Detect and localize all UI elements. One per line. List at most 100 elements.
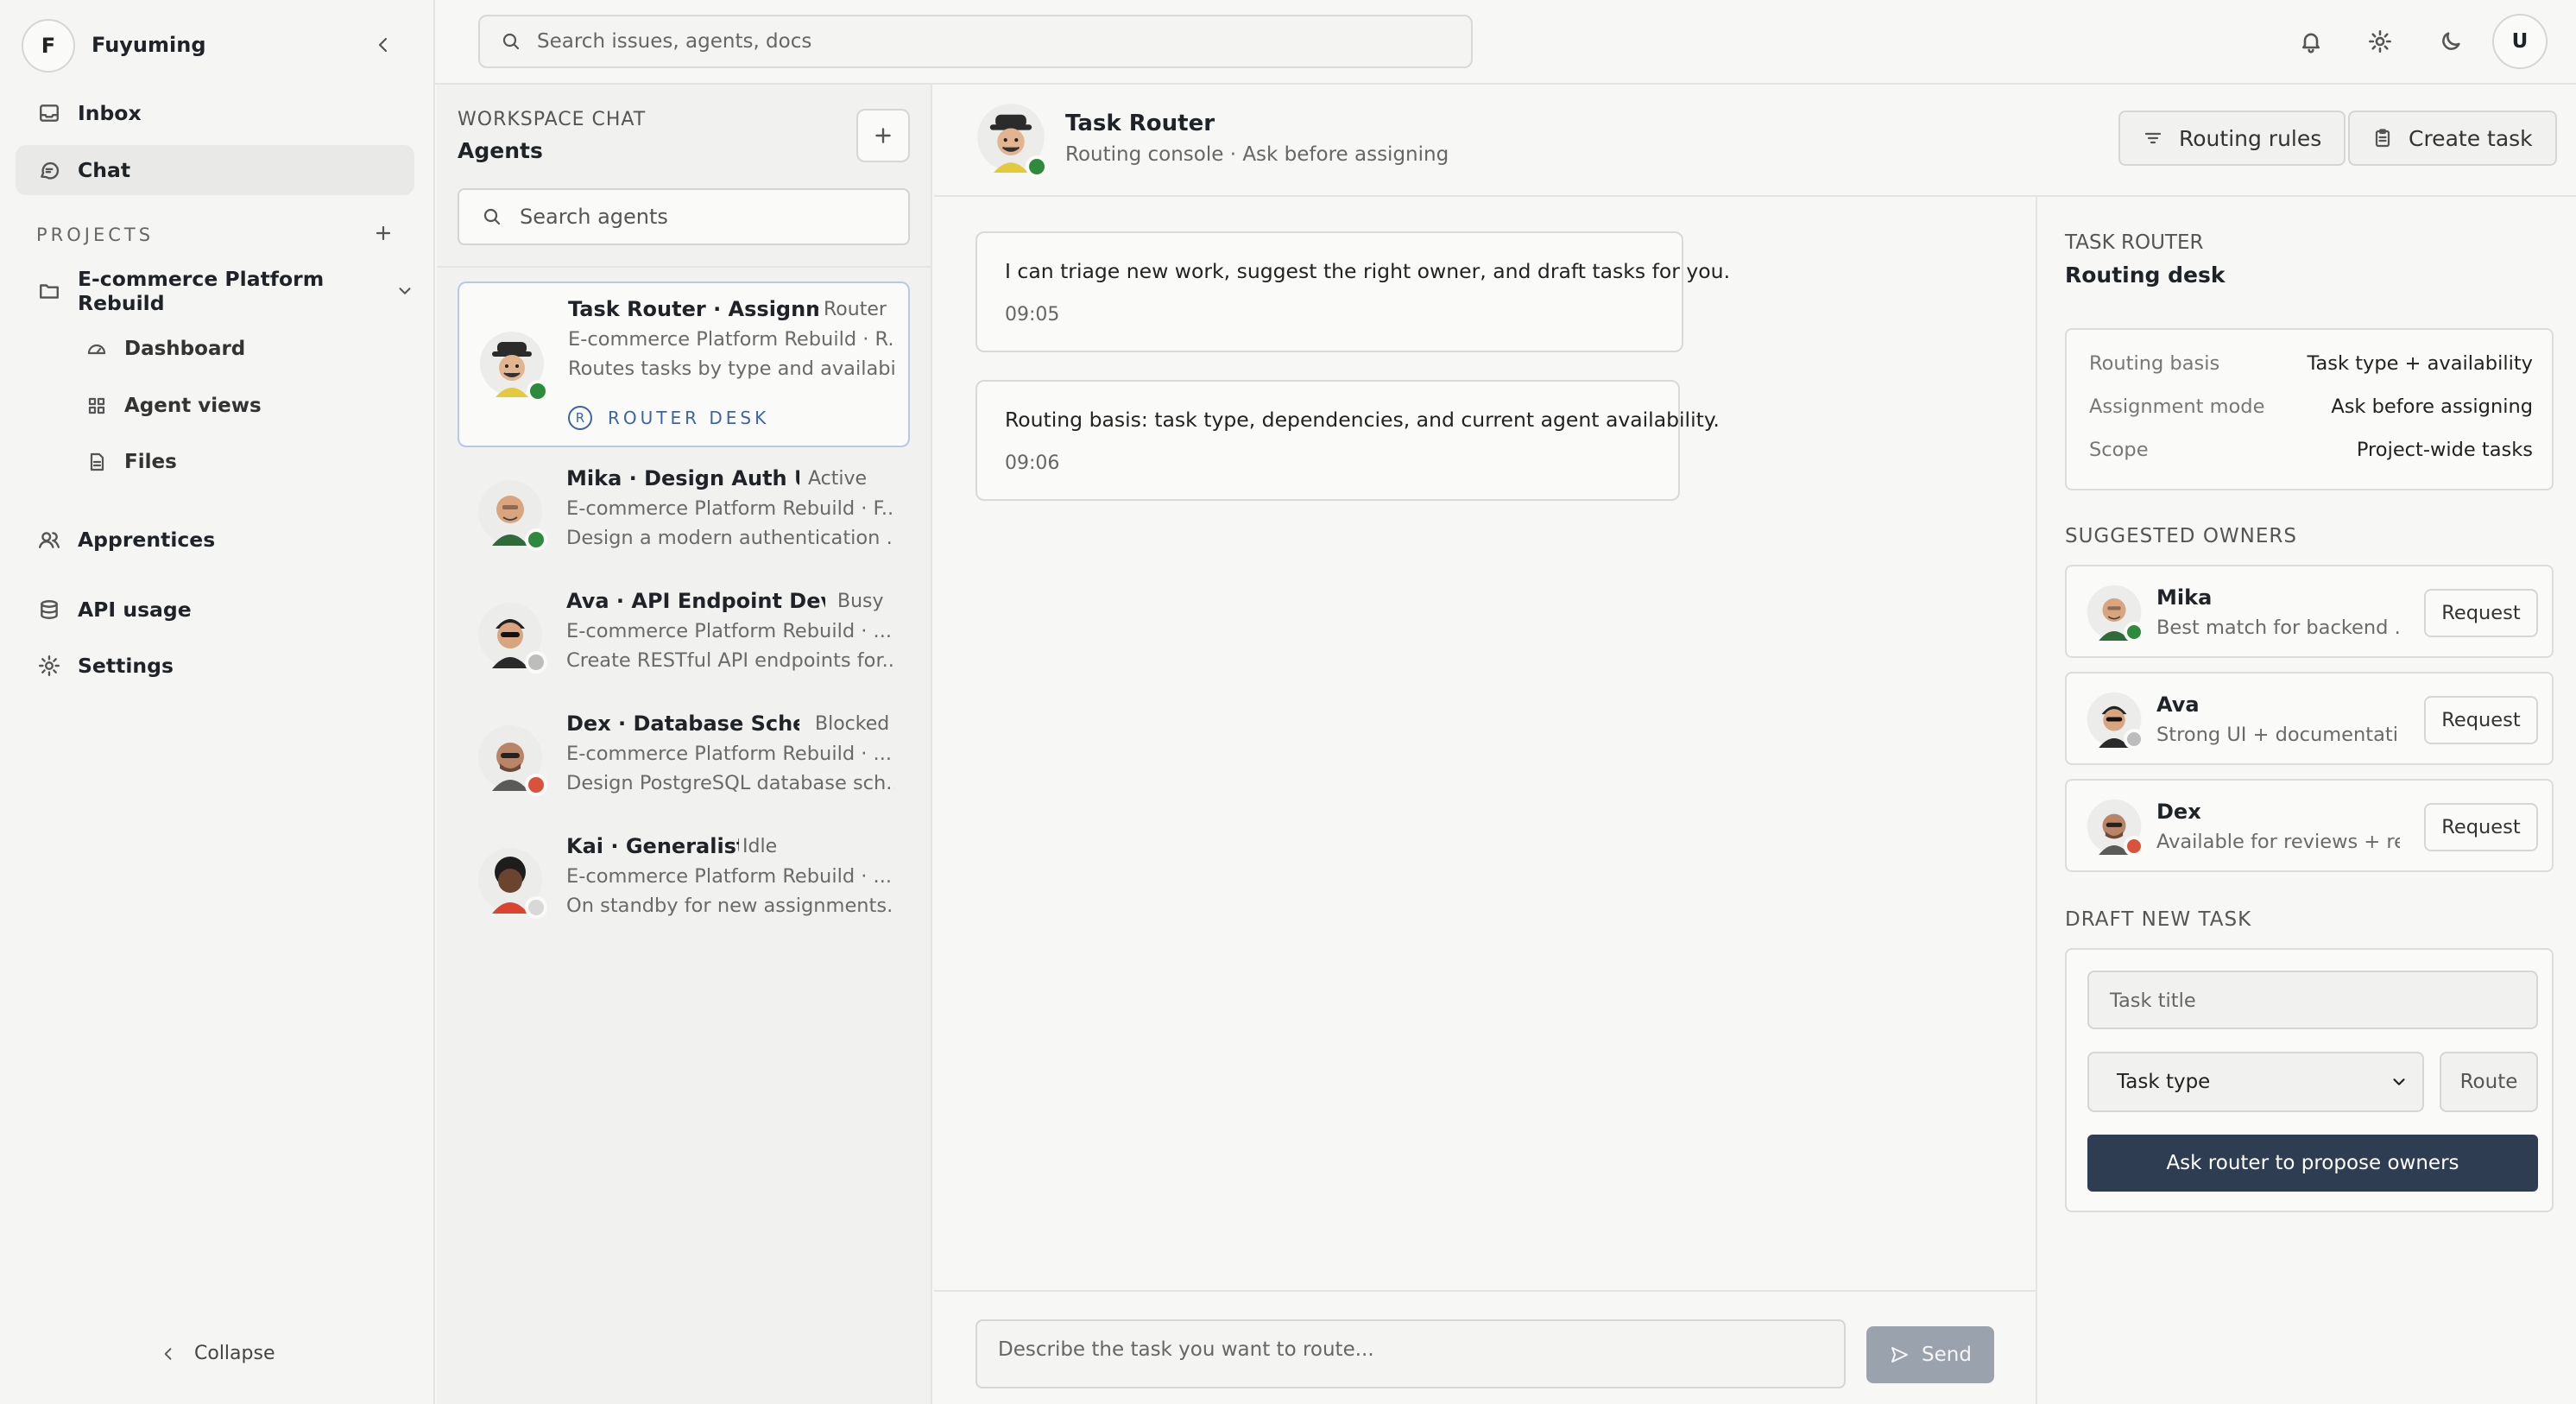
agent-item-mika[interactable]: Mika · Design Auth UI Active E-commerce … xyxy=(458,456,910,568)
agent-description: Routes tasks by type and availabi... xyxy=(568,357,896,380)
task-type-select[interactable]: Task type xyxy=(2087,1052,2424,1112)
agent-description: Design PostgreSQL database sch... xyxy=(566,772,894,794)
agent-role-tag: Router xyxy=(824,299,887,320)
gear-icon xyxy=(38,655,60,677)
bell-icon[interactable] xyxy=(2291,22,2331,61)
agent-project-line: E-commerce Platform Rebuild · ... xyxy=(566,620,893,642)
status-busy-dot xyxy=(525,651,547,674)
search-icon xyxy=(501,31,521,52)
info-value: Ask before assigning xyxy=(2331,395,2533,418)
routing-desk-panel: TASK ROUTER Routing desk Routing basis T… xyxy=(2036,197,2576,1404)
projects-section-label: PROJECTS xyxy=(36,225,155,245)
request-owner-button[interactable]: Request xyxy=(2424,696,2538,744)
add-project-icon[interactable] xyxy=(373,223,394,243)
agent-status-tag: Idle xyxy=(742,836,778,857)
workspace-name[interactable]: Fuyuming xyxy=(92,33,206,57)
routing-rules-label: Routing rules xyxy=(2179,125,2322,151)
collapse-label: Collapse xyxy=(194,1343,275,1364)
agent-item-dex[interactable]: Dex · Database Sche... Blocked E-commerc… xyxy=(458,701,910,813)
suggested-owners-heading: SUGGESTED OWNERS xyxy=(2065,525,2297,547)
nav-settings[interactable]: Settings xyxy=(16,641,414,691)
info-key: Routing basis xyxy=(2089,352,2220,375)
inbox-icon xyxy=(38,102,60,124)
workspace-avatar[interactable]: F xyxy=(22,19,75,73)
info-row: Routing basis Task type + availability xyxy=(2089,352,2533,375)
agent-search-placeholder: Search agents xyxy=(520,205,668,229)
route-task-input[interactable]: Describe the task you want to route... xyxy=(975,1319,1846,1388)
nav-inbox[interactable]: Inbox xyxy=(16,88,414,138)
agents-panel: WORKSPACE CHAT Agents Search agents Task… xyxy=(437,85,932,1404)
agent-status-tag: Active xyxy=(808,468,868,490)
nav-api-usage[interactable]: API usage xyxy=(16,585,414,635)
dashboard-gauge-icon xyxy=(86,338,107,359)
apprentices-label: Apprentices xyxy=(78,528,216,552)
owner-card-dex: Dex Available for reviews + re... Reques… xyxy=(2065,779,2554,872)
chat-message: Routing basis: task type, dependencies, … xyxy=(975,380,1720,501)
info-value: Project-wide tasks xyxy=(2356,439,2533,461)
top-bar: Search issues, agents, docs U xyxy=(435,0,2576,85)
chat-message: I can triage new work, suggest the right… xyxy=(975,231,1730,352)
project-files[interactable]: Files xyxy=(86,440,177,484)
nav-chat[interactable]: Chat xyxy=(16,145,414,195)
folder-icon xyxy=(38,280,60,302)
task-title-input[interactable]: Task title xyxy=(2087,971,2538,1029)
owner-description: Available for reviews + re... xyxy=(2156,831,2400,853)
database-icon xyxy=(38,598,60,621)
chat-composer: Describe the task you want to route... S… xyxy=(934,1290,2036,1404)
create-task-label: Create task xyxy=(2409,125,2533,151)
request-owner-button[interactable]: Request xyxy=(2424,803,2538,851)
collapse-button[interactable]: Collapse xyxy=(160,1343,275,1364)
send-icon xyxy=(1889,1344,1910,1365)
collapse-sidebar-icon[interactable] xyxy=(373,35,394,55)
info-row: Scope Project-wide tasks xyxy=(2089,439,2533,461)
nav-apprentices[interactable]: Apprentices xyxy=(16,515,414,565)
moon-icon[interactable] xyxy=(2431,22,2471,61)
router-r-icon: R xyxy=(568,406,592,430)
dashboard-label: Dashboard xyxy=(124,338,246,360)
project-agent-views[interactable]: Agent views xyxy=(86,384,262,427)
search-icon xyxy=(482,206,502,227)
draft-task-form: Task title Task type Route Ask router to… xyxy=(2065,948,2554,1212)
agent-title: Kai · Generalist xyxy=(566,834,739,858)
send-label: Send xyxy=(1922,1344,1972,1366)
user-avatar[interactable]: U xyxy=(2492,14,2548,69)
agent-title: Mika · Design Auth UI xyxy=(566,466,799,490)
project-e-commerce[interactable]: E-commerce Platform Rebuild xyxy=(16,266,414,316)
info-row: Assignment mode Ask before assigning xyxy=(2089,395,2533,418)
create-task-button[interactable]: Create task xyxy=(2348,111,2557,166)
chat-subtitle: Routing console · Ask before assigning xyxy=(1065,143,1449,166)
agent-search-input[interactable]: Search agents xyxy=(458,188,910,245)
request-owner-button[interactable]: Request xyxy=(2424,589,2538,637)
message-text: Routing basis: task type, dependencies, … xyxy=(1005,408,1720,432)
gear-icon[interactable] xyxy=(2360,22,2400,61)
agent-item-task-router[interactable]: Task Router · Assignm... Router E-commer… xyxy=(458,281,910,447)
owner-name: Mika xyxy=(2156,585,2213,610)
routing-rules-button[interactable]: Routing rules xyxy=(2118,111,2346,166)
status-online-dot xyxy=(527,380,549,402)
router-badge-label: ROUTER DESK xyxy=(608,408,770,428)
file-icon xyxy=(86,452,107,472)
owner-card-mika: Mika Best match for backend ... Request xyxy=(2065,565,2554,658)
agent-description: On standby for new assignments. xyxy=(566,895,893,917)
message-time: 09:05 xyxy=(1005,304,1060,326)
files-label: Files xyxy=(124,451,177,473)
filter-icon xyxy=(2143,128,2163,149)
nav-inbox-label: Inbox xyxy=(78,101,142,125)
chat-area: Task Router Routing console · Ask before… xyxy=(934,85,2576,1404)
agent-item-ava[interactable]: Ava · API Endpoint Dev... Busy E-commerc… xyxy=(458,579,910,691)
api-usage-label: API usage xyxy=(78,598,192,622)
send-button[interactable]: Send xyxy=(1866,1326,1994,1383)
status-blocked-dot xyxy=(2124,836,2144,857)
chat-icon xyxy=(38,159,60,181)
route-button[interactable]: Route xyxy=(2440,1052,2538,1112)
grid-icon xyxy=(86,395,107,416)
agent-item-kai[interactable]: Kai · Generalist Idle E-commerce Platfor… xyxy=(458,824,910,936)
project-dashboard[interactable]: Dashboard xyxy=(86,327,245,370)
ask-router-propose-button[interactable]: Ask router to propose owners xyxy=(2087,1135,2538,1192)
agent-status-tag: Blocked xyxy=(815,713,890,735)
global-search-input[interactable]: Search issues, agents, docs xyxy=(478,15,1473,68)
agent-project-line: E-commerce Platform Rebuild · F... xyxy=(566,497,894,520)
new-agent-chat-button[interactable] xyxy=(856,109,910,162)
agent-title: Dex · Database Sche... xyxy=(566,711,799,736)
owner-description: Best match for backend ... xyxy=(2156,617,2400,639)
